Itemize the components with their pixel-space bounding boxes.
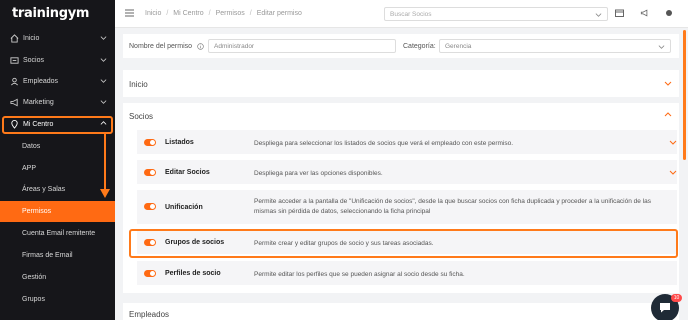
- permission-row-unificacion: Unificación Permite acceder a la pantall…: [137, 190, 677, 224]
- megaphone-icon[interactable]: [640, 9, 649, 19]
- sidebar-subitem-datos[interactable]: Datos: [0, 136, 115, 157]
- sidebar-subitem-firmas-email[interactable]: Firmas de Email: [0, 245, 115, 266]
- sidebar-item-label: Marketing: [23, 99, 54, 106]
- hamburger-menu-icon[interactable]: [125, 9, 134, 19]
- sidebar-subitem-gestion[interactable]: Gestión: [0, 267, 115, 288]
- chevron-down-icon[interactable]: [669, 168, 677, 178]
- row-title: Perfiles de socio: [165, 270, 221, 277]
- user-avatar-icon[interactable]: [665, 9, 673, 19]
- row-title: Unificación: [165, 204, 203, 211]
- sidebar-item-label: Inicio: [23, 35, 40, 42]
- toggle-switch[interactable]: [144, 169, 156, 176]
- row-description: Permite editar los perfiles que se puede…: [254, 271, 465, 278]
- breadcrumb-inicio[interactable]: Inicio: [145, 10, 161, 17]
- calendar-icon[interactable]: [615, 9, 624, 19]
- row-title: Listados: [165, 139, 194, 146]
- sidebar-item-label: Empleados: [23, 78, 59, 85]
- chat-bubble-icon: [660, 303, 670, 313]
- sidebar: trainingym Inicio Socios Empleados Marke…: [0, 0, 115, 320]
- category-value: Gerencia: [445, 43, 472, 50]
- search-placeholder: Buscar Socios: [390, 11, 432, 18]
- section-title: Empleados: [129, 310, 170, 319]
- permission-row-editar-socios: Editar Socios Despliega para ver las opc…: [137, 160, 677, 184]
- breadcrumb-editar-permiso: Editar permiso: [256, 10, 302, 17]
- section-inicio[interactable]: Inicio: [123, 70, 679, 97]
- trainingym-logo: trainingym: [12, 6, 90, 21]
- home-icon: [10, 34, 19, 43]
- toggle-switch[interactable]: [144, 270, 156, 277]
- sidebar-item-socios[interactable]: Socios: [0, 50, 115, 71]
- category-label: Categoría:: [403, 43, 436, 50]
- sidebar-item-inicio[interactable]: Inicio: [0, 28, 115, 49]
- toggle-switch[interactable]: [144, 203, 156, 210]
- sidebar-subitem-grupos[interactable]: Grupos: [0, 289, 115, 310]
- chevron-down-icon: [100, 98, 107, 107]
- section-title: Inicio: [129, 80, 148, 89]
- permission-name-label: Nombre del permiso: [129, 43, 193, 50]
- employee-icon: [10, 77, 19, 86]
- main-content: Nombre del permiso Administrador Categor…: [115, 28, 688, 320]
- sidebar-subitem-cuenta-email[interactable]: Cuenta Email remitente: [0, 223, 115, 244]
- section-title: Socios: [129, 112, 154, 121]
- topbar: Inicio / Mi Centro / Permisos / Editar permiso…: [115, 0, 688, 28]
- row-description: Despliega para seleccionar los listados …: [254, 140, 514, 147]
- down-arrow-annotation: [100, 134, 110, 198]
- row-description: Permite acceder a la pantalla de "Unific…: [254, 198, 652, 215]
- sidebar-subitem-app[interactable]: APP: [0, 158, 115, 179]
- chevron-up-icon[interactable]: [664, 111, 672, 121]
- sidebar-subitem-permisos[interactable]: Permisos: [0, 201, 115, 222]
- chat-notification-badge: 10: [671, 294, 682, 302]
- sidebar-item-marketing[interactable]: Marketing: [0, 92, 115, 113]
- chevron-down-icon[interactable]: [669, 138, 677, 148]
- section-socios: Socios Listados Despliega para seleccion…: [123, 103, 679, 293]
- breadcrumb-permisos[interactable]: Permisos: [216, 10, 245, 17]
- sidebar-item-label: Socios: [23, 57, 45, 64]
- row-description: Despliega para ver las opciones disponib…: [254, 170, 383, 177]
- chevron-down-icon: [100, 56, 107, 65]
- toggle-switch[interactable]: [144, 139, 156, 146]
- chevron-down-icon: [100, 77, 107, 86]
- chevron-down-icon: [664, 79, 672, 89]
- permission-form: Nombre del permiso Administrador Categor…: [123, 34, 679, 58]
- chevron-down-icon: [658, 43, 665, 52]
- breadcrumb: Inicio / Mi Centro / Permisos / Editar permiso: [145, 10, 302, 17]
- info-icon[interactable]: [197, 43, 204, 52]
- mi-centro-highlight: [2, 116, 113, 134]
- chevron-down-icon: [595, 11, 602, 20]
- scrollbar[interactable]: [683, 30, 686, 160]
- chevron-down-icon: [100, 34, 107, 43]
- sidebar-subitem-areas-salas[interactable]: Áreas y Salas: [0, 179, 115, 200]
- permission-name-input[interactable]: Administrador: [208, 39, 396, 53]
- megaphone-icon: [10, 98, 19, 107]
- permission-row-perfiles-socio: Perfiles de socio Permite editar los per…: [137, 261, 677, 285]
- grupos-socios-highlight: [129, 229, 678, 258]
- users-icon: [10, 56, 19, 65]
- permission-row-listados: Listados Despliega para seleccionar los …: [137, 130, 677, 154]
- sidebar-item-empleados[interactable]: Empleados: [0, 71, 115, 92]
- search-socios-select[interactable]: Buscar Socios: [384, 7, 608, 21]
- row-title: Editar Socios: [165, 169, 210, 176]
- breadcrumb-mi-centro[interactable]: Mi Centro: [173, 10, 203, 17]
- section-empleados[interactable]: Empleados: [123, 303, 679, 320]
- category-select[interactable]: Gerencia: [439, 39, 671, 53]
